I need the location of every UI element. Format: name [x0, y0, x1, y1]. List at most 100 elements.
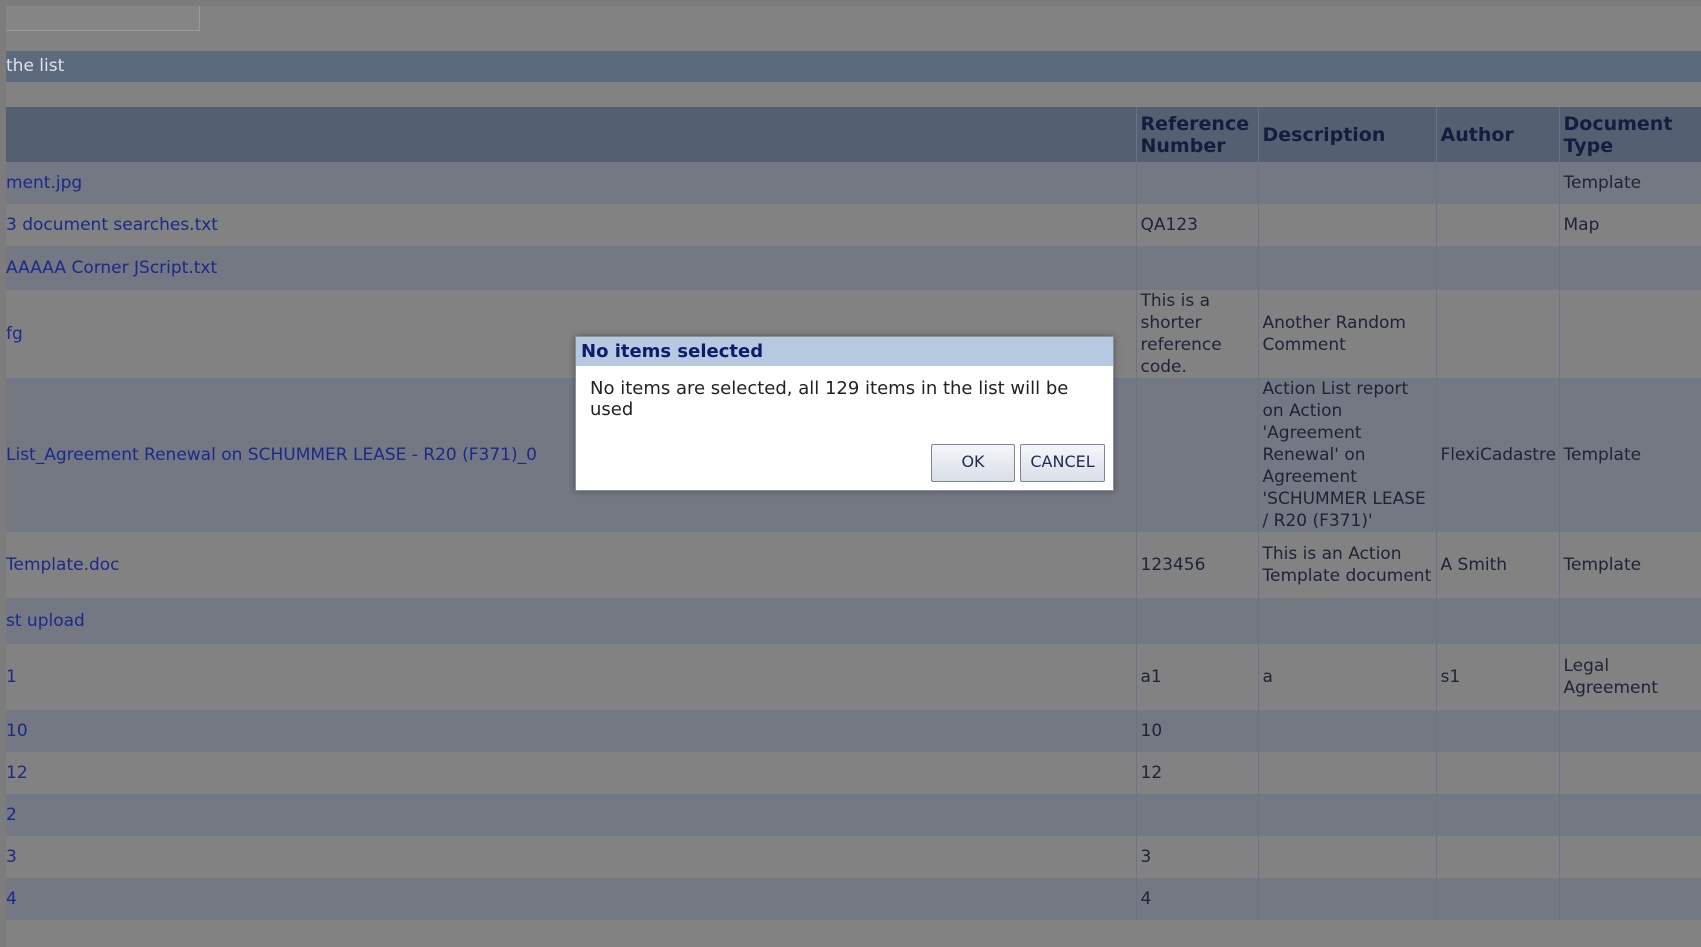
document-type-cell [1558, 290, 1701, 378]
description-cell [1257, 836, 1436, 878]
document-name-cell: 3 [6, 836, 1136, 878]
table-row[interactable]: 10 10 [6, 710, 1701, 752]
author-cell [1435, 290, 1559, 378]
column-header-name[interactable] [6, 107, 1136, 162]
author-cell: A Smith [1435, 532, 1559, 598]
column-header-document-type[interactable]: Document Type [1558, 107, 1701, 162]
instruction-text: the list [6, 56, 65, 76]
table-row[interactable]: 1 a1 a s1 Legal Agreement [6, 644, 1701, 710]
description-cell: Action List report on Action 'Agreement … [1257, 378, 1436, 532]
document-name-link[interactable]: ment.jpg [6, 172, 1132, 194]
filter-input[interactable] [6, 6, 200, 31]
document-name-cell: 1 [6, 644, 1136, 710]
document-name-link[interactable]: 10 [6, 720, 1132, 742]
reference-number-cell [1135, 598, 1258, 644]
table-row[interactable]: AAAAA Corner JScript.txt [6, 246, 1701, 290]
document-name-link[interactable]: 3 [6, 846, 1132, 868]
reference-number-cell: 4 [1135, 878, 1258, 920]
description-cell: Another Random Comment [1257, 290, 1436, 378]
document-type-cell: Template [1558, 162, 1701, 204]
table-row[interactable]: st upload [6, 598, 1701, 644]
document-type-cell [1558, 836, 1701, 878]
author-cell [1435, 710, 1559, 752]
document-type-cell: Legal Agreement [1558, 644, 1701, 710]
reference-number-cell [1135, 378, 1258, 532]
document-type-cell: Map [1558, 204, 1701, 246]
description-cell [1257, 794, 1436, 836]
documents-table: Reference Number Description Author Docu… [6, 107, 1701, 920]
description-cell [1257, 710, 1436, 752]
column-header-description[interactable]: Description [1257, 107, 1436, 162]
reference-number-cell [1135, 162, 1258, 204]
document-name-link[interactable]: 3 document searches.txt [6, 214, 1132, 236]
document-name-cell: AAAAA Corner JScript.txt [6, 246, 1136, 290]
column-header-author[interactable]: Author [1435, 107, 1559, 162]
document-name-link[interactable]: 2 [6, 804, 1132, 826]
cancel-button[interactable]: CANCEL [1020, 444, 1105, 482]
description-cell: a [1257, 644, 1436, 710]
description-cell: This is an Action Template document [1257, 532, 1436, 598]
document-type-cell [1558, 794, 1701, 836]
reference-number-cell: 10 [1135, 710, 1258, 752]
dialog-title: No items selected [576, 337, 1113, 366]
document-name-link[interactable]: AAAAA Corner JScript.txt [6, 257, 1132, 279]
table-row[interactable]: 33 [6, 836, 1701, 878]
table-body: ment.jpg Template 3 document searches.txt Q… [6, 162, 1701, 920]
reference-number-cell [1135, 794, 1258, 836]
document-type-cell [1558, 246, 1701, 290]
document-type-cell [1558, 752, 1701, 794]
document-type-cell: Template [1558, 532, 1701, 598]
documents-table-wrap: Reference Number Description Author Docu… [6, 107, 1701, 920]
ok-button[interactable]: OK [931, 444, 1015, 482]
document-name-cell: 12 [6, 752, 1136, 794]
document-name-cell: 3 document searches.txt [6, 204, 1136, 246]
table-row[interactable]: 12 12 [6, 752, 1701, 794]
reference-number-cell: This is a shorter reference code. [1135, 290, 1258, 378]
document-name-cell: ment.jpg [6, 162, 1136, 204]
column-header-reference[interactable]: Reference Number [1135, 107, 1258, 162]
description-cell [1257, 878, 1436, 920]
author-cell [1435, 204, 1559, 246]
document-name-link[interactable]: 4 [6, 888, 1132, 910]
document-type-cell [1558, 878, 1701, 920]
table-row[interactable]: 44 [6, 878, 1701, 920]
author-cell [1435, 794, 1559, 836]
document-type-cell [1558, 710, 1701, 752]
dialog-message: No items are selected, all 129 items in … [590, 378, 1069, 420]
author-cell [1435, 162, 1559, 204]
no-items-selected-dialog: No items selected No items are selected,… [575, 336, 1114, 491]
table-row[interactable]: ment.jpg Template [6, 162, 1701, 204]
document-type-cell: Template [1558, 378, 1701, 532]
description-cell [1257, 204, 1436, 246]
author-cell: FlexiCadastre [1435, 378, 1559, 532]
author-cell [1435, 246, 1559, 290]
document-name-link[interactable]: 12 [6, 762, 1132, 784]
document-name-link[interactable]: st upload [6, 610, 1132, 632]
document-name-cell: 4 [6, 878, 1136, 920]
author-cell [1435, 598, 1559, 644]
table-row[interactable]: 2 [6, 794, 1701, 836]
author-cell [1435, 878, 1559, 920]
document-name-cell: Template.doc [6, 532, 1136, 598]
document-name-link[interactable]: Template.doc [6, 554, 1132, 576]
reference-number-cell [1135, 246, 1258, 290]
description-cell [1257, 752, 1436, 794]
document-type-cell [1558, 598, 1701, 644]
author-cell [1435, 836, 1559, 878]
author-cell: s1 [1435, 644, 1559, 710]
table-row[interactable]: Template.doc 123456 This is an Action Temp… [6, 532, 1701, 598]
reference-number-cell: 12 [1135, 752, 1258, 794]
table-row[interactable]: 3 document searches.txt QA123 Map [6, 204, 1701, 246]
document-name-cell: st upload [6, 598, 1136, 644]
reference-number-cell: 3 [1135, 836, 1258, 878]
description-cell [1257, 162, 1436, 204]
author-cell [1435, 752, 1559, 794]
reference-number-cell: 123456 [1135, 532, 1258, 598]
reference-number-cell: QA123 [1135, 204, 1258, 246]
document-name-link[interactable]: 1 [6, 666, 1132, 688]
document-name-cell: 2 [6, 794, 1136, 836]
description-cell [1257, 598, 1436, 644]
table-header-row: Reference Number Description Author Docu… [6, 107, 1701, 162]
reference-number-cell: a1 [1135, 644, 1258, 710]
description-cell [1257, 246, 1436, 290]
